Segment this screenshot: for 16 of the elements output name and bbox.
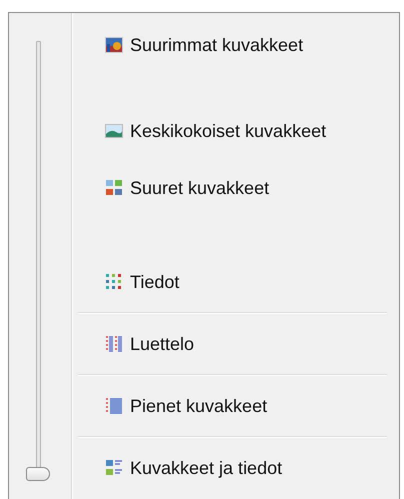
menu-item[interactable]: Suuret kuvakkeet [78, 172, 387, 204]
menu-item[interactable]: Suurimmat kuvakkeet [78, 29, 387, 61]
slider-thumb[interactable] [26, 467, 50, 481]
list-icon [105, 335, 123, 353]
list-icon [105, 397, 123, 415]
menu-item[interactable]: Kuvakkeet ja tiedot [78, 452, 387, 484]
landscape-icon [105, 124, 123, 138]
image-grid-icon [105, 179, 123, 197]
content-icon [105, 459, 123, 477]
tiles-icon [105, 273, 123, 291]
menu-item[interactable]: Tiedot [78, 266, 387, 298]
menu-item[interactable]: Luettelo [78, 328, 387, 360]
picture-icon [105, 37, 123, 53]
slider[interactable] [26, 41, 50, 481]
menu-item[interactable]: Pienet kuvakkeet [78, 390, 387, 422]
menu-item[interactable]: Keskikokoiset kuvakkeet [78, 115, 387, 147]
